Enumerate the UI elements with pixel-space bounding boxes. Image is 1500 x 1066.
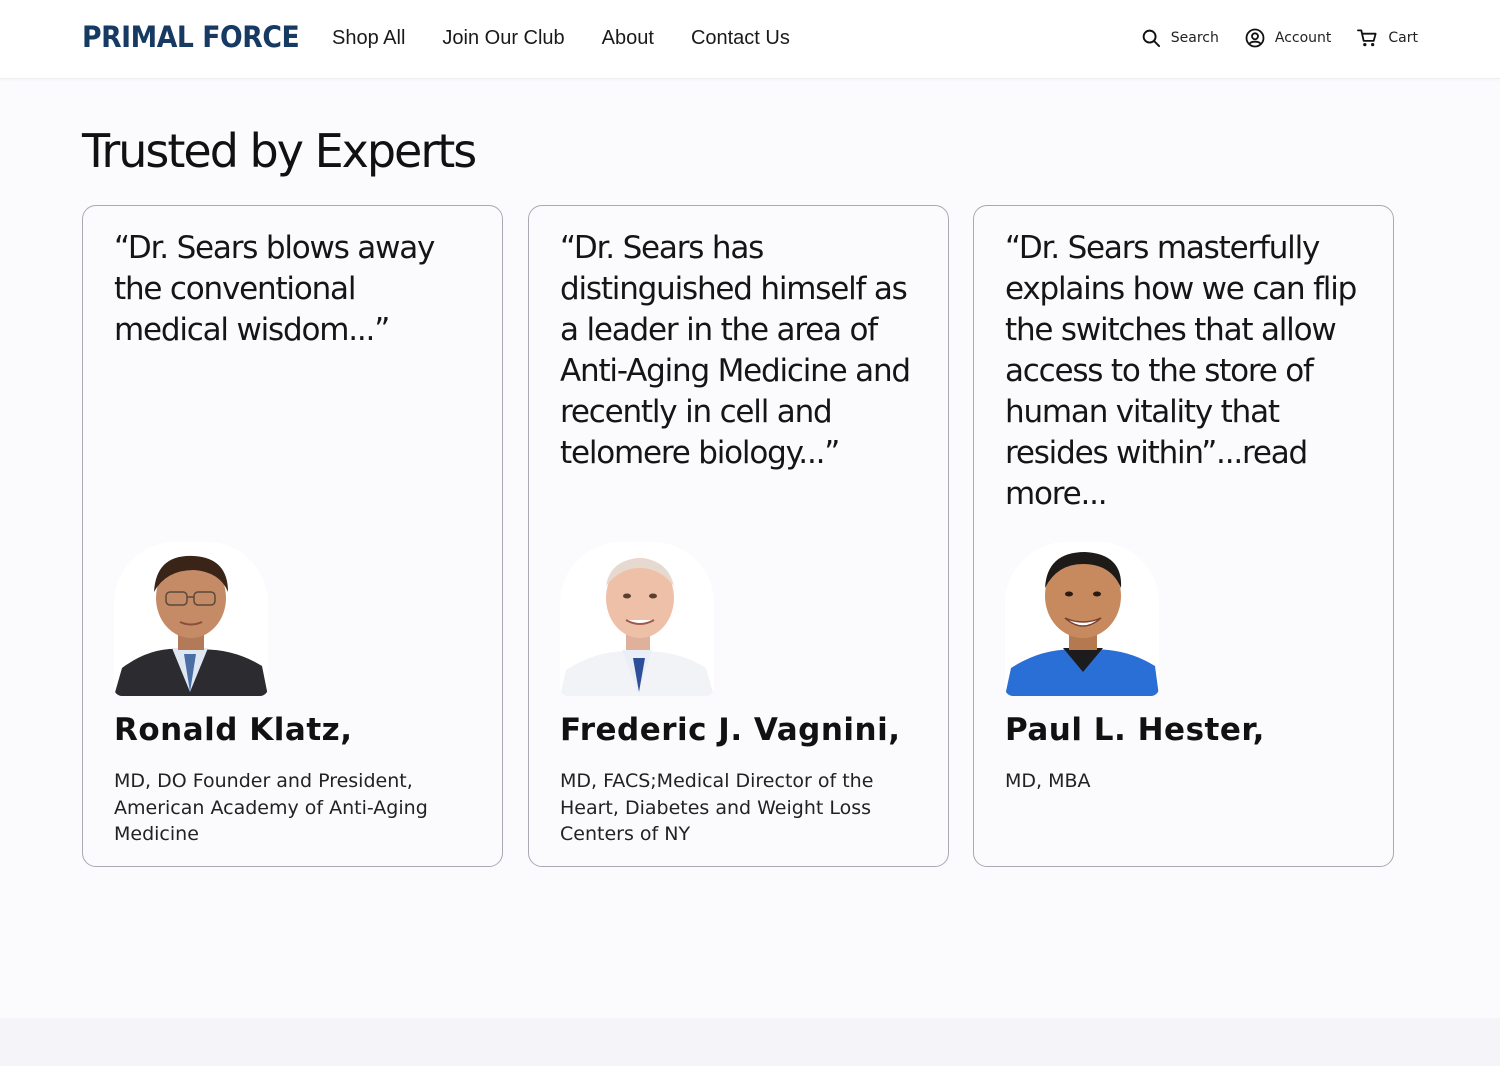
testimonial-card: “Dr. Sears blows away the conventional m… (82, 205, 503, 867)
search-button[interactable]: Search (1142, 29, 1219, 48)
search-icon (1142, 29, 1160, 47)
brand-logo[interactable]: PRIMAL FORCE (82, 20, 300, 54)
portrait-blue-scrubs-image (1005, 542, 1159, 696)
portrait-white-coat-image (560, 542, 714, 696)
account-icon (1245, 28, 1265, 48)
avatar (114, 542, 268, 696)
cart-label: Cart (1388, 30, 1418, 46)
avatar (560, 542, 714, 696)
footer-band (0, 1018, 1500, 1066)
nav-about[interactable]: About (602, 27, 654, 50)
testimonial-quote: “Dr. Sears has distinguished himself as … (560, 230, 911, 471)
nav-shop-all[interactable]: Shop All (332, 27, 405, 50)
section-title: Trusted by Experts (82, 124, 477, 178)
main-nav: Shop All Join Our Club About Contact Us (332, 27, 827, 50)
expert-name: Ronald Klatz, (114, 712, 353, 748)
avatar (1005, 542, 1159, 696)
cart-button[interactable]: Cart (1357, 28, 1418, 48)
account-label: Account (1274, 30, 1332, 46)
account-button[interactable]: Account (1245, 28, 1332, 48)
testimonial-quote: “Dr. Sears blows away the conventional m… (114, 230, 435, 348)
header-utilities: Search Account Cart (1116, 28, 1418, 48)
site-header: PRIMAL FORCE Shop All Join Our Club Abou… (0, 0, 1500, 79)
testimonial-quote: “Dr. Sears masterfully explains how we c… (1005, 230, 1357, 512)
expert-credentials: MD, DO Founder and President, American A… (114, 770, 428, 845)
testimonial-card: “Dr. Sears masterfully explains how we c… (973, 205, 1394, 867)
cart-icon (1357, 29, 1377, 47)
testimonial-card: “Dr. Sears has distinguished himself as … (528, 205, 949, 867)
search-label: Search (1170, 30, 1219, 46)
expert-credentials: MD, FACS;Medical Director of the Heart, … (560, 770, 874, 845)
expert-name: Paul L. Hester, (1005, 712, 1265, 748)
nav-contact-us[interactable]: Contact Us (691, 27, 790, 50)
nav-join-our-club[interactable]: Join Our Club (442, 27, 564, 50)
portrait-suit-image (114, 542, 268, 696)
expert-credentials: MD, MBA (1005, 770, 1091, 792)
expert-name: Frederic J. Vagnini, (560, 712, 901, 748)
